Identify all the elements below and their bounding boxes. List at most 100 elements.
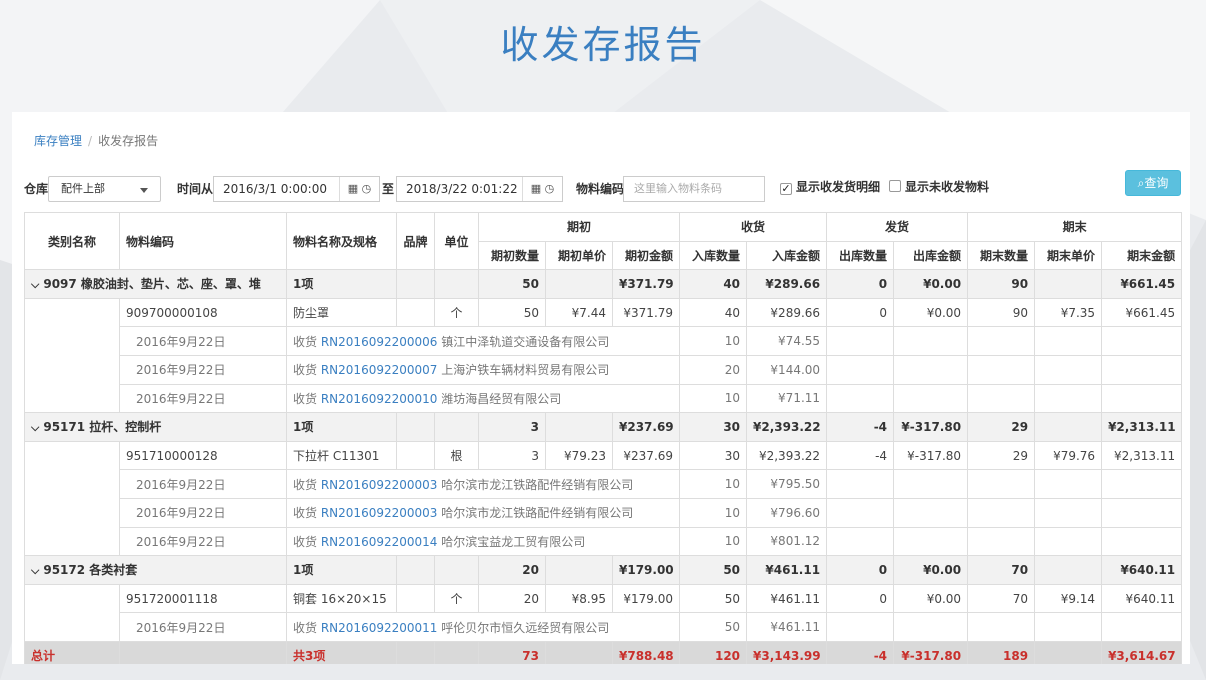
col-closing-price[interactable]: 期末单价 <box>1034 240 1103 271</box>
col-group-receipt: 收货 <box>679 212 828 242</box>
detail-description: 收货 RN2016092200006 镇江中泽轨道交通设备有限公司 <box>285 326 681 356</box>
show-unmoved-option[interactable]: 显示未收发物料 <box>889 178 989 195</box>
total-out-qty: -4 <box>826 640 895 664</box>
total-out-amount: ¥-317.80 <box>893 640 969 664</box>
receipt-number-link[interactable]: RN2016092200003 <box>321 506 438 520</box>
item-row[interactable]: 951710000128 下拉杆 C11301 根 3 ¥79.23 ¥237.… <box>24 440 1183 471</box>
total-label: 总计 <box>24 640 120 664</box>
calendar-icon[interactable]: ▦ <box>531 182 541 195</box>
item-name: 铜套 16×20×15 <box>286 583 397 614</box>
clock-icon[interactable]: ◷ <box>362 182 372 195</box>
detail-in-qty: 20 <box>679 354 748 385</box>
item-open-price: ¥7.44 <box>545 297 613 328</box>
group-in-qty: 30 <box>679 412 748 442</box>
calendar-icon[interactable]: ▦ <box>348 182 358 195</box>
col-out-amount[interactable]: 出库金额 <box>893 240 969 271</box>
detail-in-amount: ¥796.60 <box>746 497 828 528</box>
group-row[interactable]: ⌵ 95171 拉杆、控制杆 1项 3 ¥237.69 30 ¥2,393.22 … <box>24 412 1183 442</box>
group-close-qty: 90 <box>967 269 1036 299</box>
time-from-value: 2016/3/1 0:00:00 <box>223 182 327 196</box>
group-row[interactable]: ⌵ 9097 橡胶油封、垫片、芯、座、罩、堆 1项 50 ¥371.79 40 ¥… <box>24 269 1183 299</box>
group-close-amount: ¥2,313.11 <box>1101 412 1183 442</box>
detail-date: 2016年9月22日 <box>119 469 287 499</box>
item-out-qty: 0 <box>826 297 895 328</box>
material-code-input[interactable]: 这里输入物料条码 <box>623 176 765 202</box>
receipt-number-link[interactable]: RN2016092200014 <box>321 535 438 549</box>
group-out-amount: ¥-317.80 <box>893 412 969 442</box>
receipt-number-link[interactable]: RN2016092200003 <box>321 478 438 492</box>
detail-date: 2016年9月22日 <box>119 383 287 414</box>
item-open-price: ¥8.95 <box>545 583 613 614</box>
chevron-down-icon[interactable]: ⌵ <box>31 564 39 578</box>
item-unit: 个 <box>434 297 479 328</box>
stock-report-table: 类别名称 物料编码 物料名称及规格 品牌 单位 期初 收货 发货 期末 期初数量… <box>24 211 1183 664</box>
group-name[interactable]: ⌵ 95172 各类衬套 <box>24 555 287 585</box>
item-close-price: ¥9.14 <box>1034 583 1103 614</box>
group-in-amount: ¥461.11 <box>746 555 828 585</box>
group-name[interactable]: ⌵ 9097 橡胶油封、垫片、芯、座、罩、堆 <box>24 269 287 299</box>
table-body: ⌵ 9097 橡胶油封、垫片、芯、座、罩、堆 1项 50 ¥371.79 40 ¥… <box>24 269 1183 664</box>
group-open-qty: 50 <box>478 269 546 299</box>
receipt-number-link[interactable]: RN2016092200011 <box>321 621 438 635</box>
item-name: 防尘罩 <box>286 297 397 328</box>
chevron-down-icon[interactable]: ⌵ <box>31 421 39 435</box>
col-out-qty[interactable]: 出库数量 <box>826 240 895 271</box>
time-from-input[interactable]: 2016/3/1 0:00:00 ▦ ◷ <box>213 176 380 202</box>
show-unmoved-checkbox[interactable] <box>889 180 901 192</box>
show-unmoved-label: 显示未收发物料 <box>905 180 990 194</box>
item-out-amount: ¥0.00 <box>893 583 969 614</box>
item-row[interactable]: 951720001118 铜套 16×20×15 个 20 ¥8.95 ¥179… <box>24 583 1183 614</box>
group-row[interactable]: ⌵ 95172 各类衬套 1项 20 ¥179.00 50 ¥461.11 0 ¥… <box>24 555 1183 585</box>
warehouse-select[interactable]: 配件上部 <box>48 176 161 202</box>
group-close-amount: ¥640.11 <box>1101 555 1183 585</box>
query-button[interactable]: ⌕查询 <box>1125 170 1181 196</box>
col-opening-qty[interactable]: 期初数量 <box>478 240 546 271</box>
breadcrumb-inventory-link[interactable]: 库存管理 <box>34 134 82 148</box>
receipt-number-link[interactable]: RN2016092200006 <box>321 335 438 349</box>
group-close-amount: ¥661.45 <box>1101 269 1183 299</box>
col-name[interactable]: 物料名称及规格 <box>286 211 397 271</box>
material-code-label: 物料编码 <box>576 182 625 196</box>
query-button-label: 查询 <box>1144 176 1169 190</box>
time-to-input[interactable]: 2018/3/22 0:01:22 ▦ ◷ <box>396 176 563 202</box>
col-brand[interactable]: 品牌 <box>396 211 435 271</box>
detail-date: 2016年9月22日 <box>119 354 287 385</box>
item-code: 951720001118 <box>119 583 287 614</box>
col-in-amount[interactable]: 入库金额 <box>746 240 828 271</box>
detail-date: 2016年9月22日 <box>119 497 287 528</box>
receipt-number-link[interactable]: RN2016092200007 <box>321 363 438 377</box>
total-close-qty: 189 <box>967 640 1036 664</box>
item-open-qty: 3 <box>478 440 546 471</box>
col-code[interactable]: 物料编码 <box>119 211 287 271</box>
detail-row: 2016年9月22日 收货 RN2016092200007 上海沪铁车辆材料贸易… <box>24 354 1183 385</box>
col-opening-price[interactable]: 期初单价 <box>545 240 613 271</box>
group-open-amount: ¥179.00 <box>611 555 681 585</box>
col-closing-amount[interactable]: 期末金额 <box>1101 240 1183 271</box>
item-unit: 根 <box>434 440 479 471</box>
item-row[interactable]: 909700000108 防尘罩 个 50 ¥7.44 ¥371.79 40 ¥… <box>24 297 1183 328</box>
col-closing-qty[interactable]: 期末数量 <box>967 240 1036 271</box>
show-detail-label: 显示收发货明细 <box>796 180 881 194</box>
breadcrumb-separator: / <box>88 134 93 148</box>
col-opening-amount[interactable]: 期初金额 <box>611 240 681 271</box>
col-in-qty[interactable]: 入库数量 <box>679 240 748 271</box>
item-code: 909700000108 <box>119 297 287 328</box>
group-name[interactable]: ⌵ 95171 拉杆、控制杆 <box>24 412 287 442</box>
group-out-qty: -4 <box>826 412 895 442</box>
show-detail-option[interactable]: ✓ 显示收发货明细 <box>780 178 880 195</box>
item-name: 下拉杆 C11301 <box>286 440 397 471</box>
show-detail-checkbox[interactable]: ✓ <box>780 183 792 195</box>
col-category[interactable]: 类别名称 <box>24 211 120 271</box>
receipt-number-link[interactable]: RN2016092200010 <box>321 392 438 406</box>
item-out-qty: -4 <box>826 440 895 471</box>
detail-description: 收货 RN2016092200003 哈尔滨市龙江铁路配件经销有限公司 <box>285 469 681 499</box>
clock-icon[interactable]: ◷ <box>545 182 555 195</box>
detail-date: 2016年9月22日 <box>119 612 287 642</box>
item-in-amount: ¥461.11 <box>746 583 828 614</box>
group-in-qty: 40 <box>679 269 748 299</box>
col-unit[interactable]: 单位 <box>434 211 479 271</box>
item-out-amount: ¥0.00 <box>893 297 969 328</box>
caret-down-icon <box>140 188 148 193</box>
chevron-down-icon[interactable]: ⌵ <box>31 278 39 292</box>
detail-description: 收货 RN2016092200003 哈尔滨市龙江铁路配件经销有限公司 <box>285 497 681 528</box>
